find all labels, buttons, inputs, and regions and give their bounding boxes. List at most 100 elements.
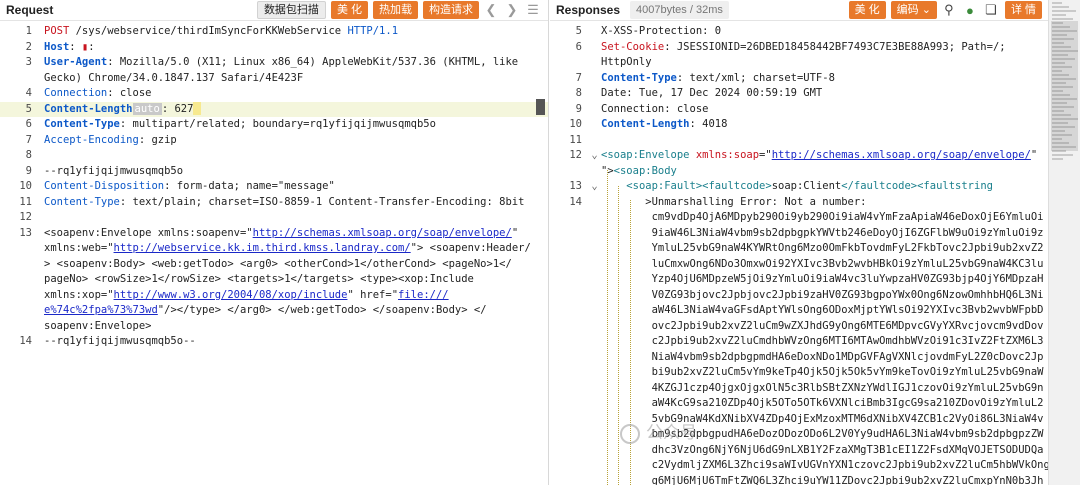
code-line[interactable]: NiaW4vbm9sb2dpbgpmdHA6eDoxNDo1MDpGVFAgVX… (550, 350, 1048, 366)
code-line[interactable]: 6 Set-Cookie: JSESSIONID=26DBED18458442BF… (550, 40, 1048, 56)
fold-gutter (588, 133, 601, 149)
copy-icon[interactable]: ❏ (982, 2, 1000, 18)
fold-chevron-icon[interactable]: ⌄ (588, 179, 601, 195)
code-line[interactable]: 9 --rq1yfijqijmwusqmqb5o (0, 164, 548, 180)
code-line[interactable]: c2Jpbi9ub2xvZ2luCmdhbWVzOng6MTI6MTAwOmdh… (550, 334, 1048, 350)
line-number (550, 365, 588, 381)
code-line[interactable]: 13 <soapenv:Envelope xmlns:soapenv="http:… (0, 226, 548, 242)
token: "> <soapenv:Header/ (410, 242, 531, 254)
code-line[interactable]: 7 Accept-Encoding: gzip (0, 133, 548, 149)
code-line[interactable]: "><soap:Body (550, 164, 1048, 180)
code-line[interactable]: dhc3VzOng6NjY6NjU6dG9nLXB1Y2FzaXMgT3B1cE… (550, 443, 1048, 459)
code-line[interactable]: ovc2Jpbi9ub2xvZ2luCm9wZXJhdG9yOng6MTE6MD… (550, 319, 1048, 335)
line-text: e%74c%2fpa%73%73wd"/></type> </arg0> </w… (44, 303, 548, 319)
code-line[interactable]: YmluL25vbG9naW4KYWRtOng6Mzo0OmFkbTovdmFy… (550, 241, 1048, 257)
code-line[interactable]: Gecko) Chrome/34.0.1847.137 Safari/4E423… (0, 71, 548, 87)
line-number (550, 350, 588, 366)
line-text: cm9vdDp4OjA6MDpyb290Oi9yb290Oi9iaW4vYmFz… (601, 210, 1048, 226)
code-line[interactable]: 11 Content-Type: text/plain; charset=ISO-… (0, 195, 548, 211)
code-line[interactable]: 4KZGJ1czp4OjgxOjgxOlN5c3RlbSBtZXNzYWdlIG… (550, 381, 1048, 397)
fold-gutter (588, 241, 601, 257)
code-line[interactable]: aW4KcG9sa210ZDp4Ojk5OTo5OTk6VXNlciBmb3Ig… (550, 396, 1048, 412)
menu-icon[interactable]: ☰ (524, 2, 542, 18)
code-line[interactable]: 4 Connection: close (0, 86, 548, 102)
fold-gutter (588, 164, 601, 180)
code-line[interactable]: pageNo> <rowSize>1</rowSize> <targets>1<… (0, 272, 548, 288)
code-line[interactable]: cm9vdDp4OjA6MDpyb290Oi9yb290Oi9iaW4vYmFz… (550, 210, 1048, 226)
code-line[interactable]: 6 Content-Type: multipart/related; bounda… (0, 117, 548, 133)
packet-scan-button[interactable]: 数据包扫描 (256, 1, 326, 19)
code-line[interactable]: > <soapenv:Body> <web:getTodo> <arg0> <o… (0, 257, 548, 273)
code-line[interactable]: Yzp4OjU6MDpzeW5jOi9zYmluOi9iaW4vc3luYwpz… (550, 272, 1048, 288)
token: Host (44, 40, 70, 53)
code-line[interactable]: luCmxwOng6NDo3OmxwOi92YXIvc3Bvb2wvbHBkOi… (550, 257, 1048, 273)
code-line[interactable]: 11 (550, 133, 1048, 149)
line-number: 1 (25, 25, 32, 37)
code-line[interactable]: 13 ⌄ <soap:Fault><faultcode>soap:Client</… (550, 179, 1048, 195)
code-line[interactable]: 14 >Unmarshalling Error: Not a number: (550, 195, 1048, 211)
url-link: http://webservice.kk.im.third.kmss.landr… (113, 242, 411, 254)
code-line[interactable]: 12 ⌄ <soap:Envelope xmlns:soap="http://sch… (550, 148, 1048, 164)
beautify-button[interactable]: 美 化 (330, 1, 368, 19)
editor-scroll-marker[interactable] (536, 99, 545, 115)
code-line[interactable]: e%74c%2fpa%73%73wd"/></type> </arg0> </w… (0, 303, 548, 319)
code-line[interactable]: 9 Connection: close (550, 102, 1048, 118)
minimap-viewport[interactable] (1051, 21, 1078, 151)
code-line[interactable]: 12 (0, 210, 548, 226)
code-line[interactable]: 7 Content-Type: text/xml; charset=UTF-8 (550, 71, 1048, 87)
hot-reload-button[interactable]: 热加载 (373, 1, 418, 19)
code-line[interactable]: 5 X-XSS-Protection: 0 (550, 24, 1048, 40)
line-text: V0ZG93bjovc2Jpbjovc2Jpbi9zaHV0ZG93bgpoYW… (601, 288, 1048, 304)
code-line[interactable]: 10 Content-Disposition: form-data; name="… (0, 179, 548, 195)
code-line[interactable]: bm9sb2dpbgpudHA6eDozODozODo6L2V0Yy9udHA6… (550, 427, 1048, 443)
code-line[interactable]: HttpOnly (550, 55, 1048, 71)
code-line[interactable]: aW46L3NiaW4vaGFsdAptYWlsOng6ODoxMjptYWls… (550, 303, 1048, 319)
token: " (1030, 149, 1038, 161)
code-line[interactable]: g6MjU6MjU6TmFtZWQ6L3Zhci9uYW11ZDovc2Jpbi… (550, 474, 1048, 485)
code-line[interactable]: xmlns:web="http://webservice.kk.im.third… (0, 241, 548, 257)
code-line[interactable]: 1 POST /sys/webservice/thirdImSyncForKKWe… (0, 24, 548, 40)
browser-icon[interactable]: ● (961, 3, 979, 18)
line-text: Connection: close (601, 102, 1048, 118)
code-line[interactable]: V0ZG93bjovc2Jpbjovc2Jpbi9zaHV0ZG93bgpoYW… (550, 288, 1048, 304)
line-text (44, 210, 548, 226)
code-line[interactable]: 5vbG9naW4KdXNibXV4ZDp4OjExMzoxMTM6dXNibX… (550, 412, 1048, 428)
response-beautify-button[interactable]: 美 化 (848, 1, 886, 19)
token: ovc2Jpbi9ub2xvZ2luCm9wZXJhdG9yOng6MTE6MD… (601, 319, 1044, 332)
response-editor[interactable]: 5 X-XSS-Protection: 0 6 Set-Cookie: JSESSIO… (550, 21, 1048, 485)
token: =" (759, 149, 772, 161)
details-button[interactable]: 详 情 (1004, 1, 1042, 19)
fold-chevron-icon[interactable]: ⌄ (588, 148, 601, 164)
code-line[interactable]: 3 User-Agent: Mozilla/5.0 (X11; Linux x86… (0, 55, 548, 71)
encoding-dropdown[interactable]: 编码 ⌄ (890, 1, 937, 19)
token: xmlns:xop=" (44, 288, 114, 301)
forward-icon[interactable]: ❯ (503, 2, 521, 18)
token: Set-Cookie (601, 40, 665, 53)
code-line[interactable]: 8 Date: Tue, 17 Dec 2024 00:59:19 GMT (550, 86, 1048, 102)
code-line[interactable]: 10 Content-Length: 4018 (550, 117, 1048, 133)
code-line[interactable]: 8 (0, 148, 548, 164)
token: bi9ub2xvZ2luCm5vYm9keTp4Ojk5Ojk5Ok5vYm9k… (601, 366, 1044, 378)
code-line[interactable]: 2 Host: ▮: (0, 40, 548, 56)
back-icon[interactable]: ❮ (482, 2, 500, 18)
response-toolbar: Responses 4007bytes / 32ms 美 化 编码 ⌄ ⚲ ● … (550, 0, 1048, 21)
code-line[interactable]: bi9ub2xvZ2luCm5vYm9keTp4Ojk5Ojk5Ok5vYm9k… (550, 365, 1048, 381)
construct-request-button[interactable]: 构造请求 (423, 1, 479, 19)
code-line[interactable]: soapenv:Envelope> (0, 319, 548, 335)
code-line[interactable]: c2VydmljZXM6L3Zhci9saWIvUGVnYXN1czovc2Jp… (550, 458, 1048, 474)
line-number (0, 71, 38, 87)
code-line[interactable]: xmlns:xop="http://www.w3.org/2004/08/xop… (0, 288, 548, 304)
token: --rq1yfijqijmwusqmqb5o-- (44, 335, 196, 347)
line-number (550, 443, 588, 459)
fold-gutter (588, 427, 601, 443)
code-line[interactable]: 9iaW46L3NiaW4vbm9sb2dpbgpkYWVtb246eDoyOj… (550, 226, 1048, 242)
line-text: <soap:Envelope xmlns:soap="http://schema… (601, 148, 1048, 164)
line-text: Content-Length auto: 627 (44, 102, 548, 118)
code-line[interactable]: 5 Content-Length auto: 627 (0, 101, 548, 118)
code-line[interactable]: 14 --rq1yfijqijmwusqmqb5o-- (0, 334, 548, 350)
response-minimap[interactable] (1048, 0, 1080, 485)
line-number (550, 458, 588, 474)
search-icon[interactable]: ⚲ (940, 2, 958, 18)
request-editor[interactable]: 1 POST /sys/webservice/thirdImSyncForKKWe… (0, 21, 548, 350)
fold-gutter (588, 350, 601, 366)
